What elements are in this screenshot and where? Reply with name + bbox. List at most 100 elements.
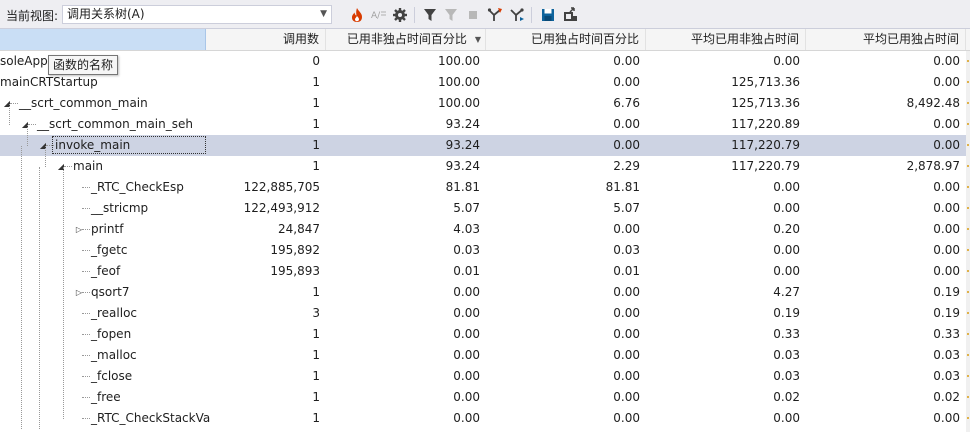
save-icon[interactable] [539, 6, 557, 24]
chevron-down-icon[interactable]: ▼ [320, 6, 327, 23]
svg-text:A/: A/ [371, 11, 381, 21]
cell-avg-inclusive-time: 4.27 [773, 285, 800, 299]
tree-guide-line [27, 124, 28, 146]
function-name: printf [91, 222, 124, 236]
stop-icon[interactable] [464, 6, 482, 24]
cell-inclusive-percent: 0.00 [453, 411, 480, 425]
current-view-label: 当前视图: [6, 9, 59, 23]
tree-connector [82, 208, 90, 209]
cell-avg-inclusive-time: 0.03 [773, 348, 800, 362]
table-row[interactable]: _malloc 1 0.00 0.00 0.03 0.03 [0, 345, 966, 366]
cell-avg-exclusive-time: 0.00 [933, 222, 960, 236]
cell-exclusive-percent: 0.00 [613, 369, 640, 383]
tree-connector [82, 250, 90, 251]
cell-calls: 122,885,705 [243, 180, 320, 194]
cell-avg-exclusive-time: 8,492.48 [906, 96, 960, 110]
table-row[interactable]: ◢ main 1 93.24 2.29 117,220.79 2,878.97 [0, 156, 966, 177]
cell-avg-inclusive-time: 0.02 [773, 390, 800, 404]
column-tooltip: 函数的名称 [48, 55, 119, 75]
cell-inclusive-percent: 0.00 [453, 390, 480, 404]
cell-calls: 1 [312, 75, 320, 89]
expand-hot-path-icon[interactable] [486, 6, 504, 24]
sort-descending-icon: ▼ [474, 35, 481, 44]
table-row[interactable]: ◢ invoke_main 1 93.24 0.00 117,220.79 0.00 [0, 135, 966, 156]
table-row[interactable]: _fopen 1 0.00 0.00 0.33 0.33 [0, 324, 966, 345]
cell-calls: 1 [312, 285, 320, 299]
function-name: _RTC_CheckStackVa [91, 411, 211, 425]
cell-calls: 1 [312, 348, 320, 362]
cell-avg-exclusive-time: 0.19 [933, 285, 960, 299]
function-name: _free [91, 390, 121, 404]
function-name: main [73, 159, 103, 173]
cell-inclusive-percent: 0.01 [453, 264, 480, 278]
cell-calls: 1 [312, 390, 320, 404]
cell-inclusive-percent: 81.81 [445, 180, 480, 194]
filter-icon[interactable] [421, 6, 439, 24]
gear-icon[interactable] [391, 6, 409, 24]
function-name: _fgetc [91, 243, 128, 257]
cell-exclusive-percent: 0.00 [613, 54, 640, 68]
cell-inclusive-percent: 93.24 [445, 159, 480, 173]
tree-connector [82, 355, 90, 356]
table-row[interactable]: ▷ printf 24,847 4.03 0.00 0.20 0.00 [0, 219, 966, 240]
function-name: _feof [91, 264, 121, 278]
vertical-scrollbar[interactable] [966, 51, 970, 432]
column-header-avg-exclusive-time[interactable]: 平均已用独占时间 [806, 29, 966, 50]
column-header-avg-inclusive-time[interactable]: 平均已用非独占时间 [646, 29, 806, 50]
column-header-exclusive-percent[interactable]: 已用独占时间百分比 [486, 29, 646, 50]
toolbar-separator [531, 7, 532, 23]
table-row[interactable]: _fgetc 195,892 0.03 0.03 0.00 0.00 [0, 240, 966, 261]
cell-calls: 1 [312, 411, 320, 425]
column-header-inclusive-percent[interactable]: 已用非独占时间百分比 ▼ [326, 29, 486, 50]
table-row[interactable]: soleApp 0 100.00 0.00 0.00 0.00 [0, 51, 966, 72]
table-row[interactable]: _RTC_CheckStackVa 1 0.00 0.00 0.00 0.00 [0, 408, 966, 429]
table-row[interactable]: _free 1 0.00 0.00 0.02 0.02 [0, 387, 966, 408]
show-hot-path-icon[interactable] [508, 6, 526, 24]
table-row[interactable]: ◢ __scrt_common_main_seh 1 93.24 0.00 117,220… [0, 114, 966, 135]
current-view-dropdown[interactable]: 调用关系树(A) ▼ [62, 5, 332, 24]
cell-inclusive-percent: 93.24 [445, 138, 480, 152]
flame-icon[interactable] [348, 6, 366, 24]
export-icon[interactable] [561, 6, 579, 24]
table-row[interactable]: _fclose 1 0.00 0.00 0.03 0.03 [0, 366, 966, 387]
focus-rectangle [52, 136, 206, 154]
table-row[interactable]: ◢ __scrt_common_main 1 100.00 6.76 125,713.36… [0, 93, 966, 114]
cell-calls: 1 [312, 138, 320, 152]
cell-avg-exclusive-time: 0.00 [933, 117, 960, 131]
cell-avg-exclusive-time: 2,878.97 [906, 159, 960, 173]
function-name: mainCRTStartup [0, 75, 98, 89]
cell-inclusive-percent: 100.00 [438, 96, 480, 110]
cell-avg-inclusive-time: 125,713.36 [731, 75, 800, 89]
column-header-function-name[interactable] [0, 29, 206, 50]
cell-avg-inclusive-time: 0.00 [773, 264, 800, 278]
cell-exclusive-percent: 0.00 [613, 117, 640, 131]
cell-avg-exclusive-time: 0.00 [933, 138, 960, 152]
cell-calls: 195,893 [270, 264, 320, 278]
table-row[interactable]: _feof 195,893 0.01 0.01 0.00 0.00 [0, 261, 966, 282]
table-row[interactable]: _RTC_CheckEsp 122,885,705 81.81 81.81 0.00 0.… [0, 177, 966, 198]
cell-avg-inclusive-time: 117,220.89 [731, 117, 800, 131]
cell-inclusive-percent: 0.00 [453, 306, 480, 320]
function-name: _malloc [91, 348, 137, 362]
table-row[interactable]: __stricmp 122,493,912 5.07 5.07 0.00 0.00 [0, 198, 966, 219]
cell-exclusive-percent: 0.00 [613, 222, 640, 236]
tree-connector [82, 292, 90, 293]
tree-guide-line [63, 166, 64, 419]
table-row[interactable]: mainCRTStartup 1 100.00 0.00 125,713.36 0.00 [0, 72, 966, 93]
cell-inclusive-percent: 0.00 [453, 369, 480, 383]
cell-avg-inclusive-time: 0.03 [773, 369, 800, 383]
cell-avg-exclusive-time: 0.00 [933, 75, 960, 89]
column-header-calls[interactable]: 调用数 [206, 29, 326, 50]
cell-calls: 1 [312, 159, 320, 173]
cell-avg-exclusive-time: 0.00 [933, 411, 960, 425]
noise-reduction-icon[interactable]: A/ [370, 6, 388, 24]
cell-avg-exclusive-time: 0.00 [933, 264, 960, 278]
clear-filter-icon[interactable] [442, 6, 460, 24]
cell-calls: 1 [312, 369, 320, 383]
table-row[interactable]: _realloc 3 0.00 0.00 0.19 0.19 [0, 303, 966, 324]
function-name: __scrt_common_main [19, 96, 148, 110]
cell-inclusive-percent: 0.00 [453, 348, 480, 362]
tree-connector [64, 166, 72, 167]
cell-avg-exclusive-time: 0.00 [933, 201, 960, 215]
table-row[interactable]: ▷ qsort7 1 0.00 0.00 4.27 0.19 [0, 282, 966, 303]
